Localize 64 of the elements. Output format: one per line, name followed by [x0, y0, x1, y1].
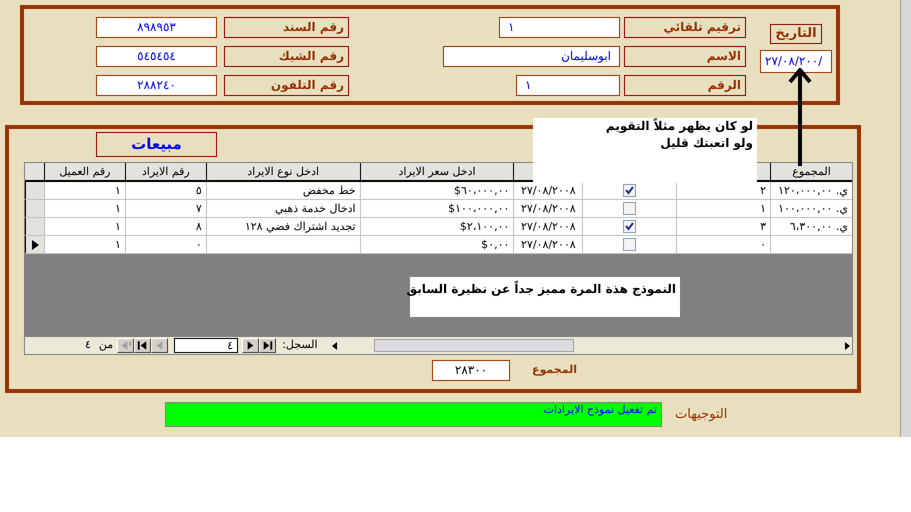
table-cell: خط مخفض	[206, 182, 360, 199]
table-cell: ٣	[676, 218, 770, 235]
text-field[interactable]: ابوسليمان	[443, 46, 620, 67]
directives-field: تم تفعيل نموذج الايرادات	[165, 402, 662, 427]
table-cell: ٠	[124, 236, 206, 253]
table-cell: $٦٠،٠٠٠,٠٠	[360, 182, 514, 199]
total-label: المجموع	[532, 362, 577, 378]
scroll-right-icon[interactable]	[844, 342, 850, 350]
column-header[interactable]: المجموع	[770, 163, 852, 180]
first-record-button[interactable]	[134, 338, 152, 353]
table-cell: ٧	[124, 200, 206, 217]
field-label: رقم السند	[224, 17, 349, 38]
column-header[interactable]: رقم الايراد	[124, 163, 206, 180]
record-selector[interactable]	[25, 182, 44, 199]
table-cell: ١	[676, 200, 770, 217]
table-cell: $٢،١٠٠,٠٠	[360, 218, 514, 235]
checkbox[interactable]	[623, 184, 636, 197]
column-header[interactable]: ادخل نوع الايراد	[206, 163, 360, 180]
horizontal-scrollbar[interactable]	[332, 338, 852, 353]
date-field[interactable]: ٢٧/٠٨/٢٠٠/	[760, 50, 832, 73]
table-cell: ٢٧/٠٨/٢٠٠٨	[513, 200, 582, 217]
field-label: الرقم	[624, 75, 746, 96]
text-field[interactable]: ٨٩٨٩٥٣	[96, 17, 217, 38]
table-cell: ٢٧/٠٨/٢٠٠٨	[513, 236, 582, 253]
text-field[interactable]: ٢٨٨٢٤٠	[96, 75, 217, 96]
table-cell: ي. ١٠٠،٠٠٠,٠٠	[770, 200, 852, 217]
record-selector[interactable]	[25, 236, 44, 253]
subform-title: مبيعات	[96, 132, 217, 157]
text-field[interactable]: ٥٤٥٤٥٤	[96, 46, 217, 67]
vertical-scrollbar[interactable]	[900, 0, 911, 437]
table-cell: ٢٧/٠٨/٢٠٠٨	[513, 218, 582, 235]
table-cell: $٠,٠٠	[360, 236, 514, 253]
table-cell: ي. ١٢٠،٠٠٠,٠٠	[770, 182, 852, 199]
checkbox[interactable]	[623, 202, 636, 215]
directives-label: التوجيهات	[675, 406, 728, 424]
next-record-button[interactable]	[242, 338, 260, 353]
table-cell: تجديد اشتراك فضي ١٢٨	[206, 218, 360, 235]
column-header[interactable]: رقم العميل	[44, 163, 125, 180]
date-label: التاريخ	[770, 24, 822, 44]
record-label: السجل:	[282, 337, 318, 354]
field-label: الاسم	[624, 46, 746, 67]
checkbox[interactable]	[623, 220, 636, 233]
column-header[interactable]: ادخل سعر الايراد	[360, 163, 514, 180]
table-cell: ٨	[124, 218, 206, 235]
field-label: رقم الشيك	[224, 46, 349, 67]
record-selector[interactable]	[25, 200, 44, 217]
record-selector[interactable]	[25, 218, 44, 235]
checkbox[interactable]	[623, 238, 636, 251]
table-cell: ٠	[676, 236, 770, 253]
last-record-button[interactable]	[259, 338, 276, 353]
text-field[interactable]: ١	[516, 75, 620, 96]
record-count: ٤	[85, 337, 91, 354]
total-field[interactable]: ٢٨٣٠٠	[432, 360, 510, 381]
text-field[interactable]: ١	[499, 17, 620, 38]
field-label: رقم التلفون	[224, 75, 349, 96]
table-cell: ادخال خدمة ذهبي	[206, 200, 360, 217]
callout-note: لو كان يظهر مثلاً التقويم ولو اتعبتك قليل	[533, 118, 757, 183]
table-cell: ي. ٦،٣٠٠,٠٠	[770, 218, 852, 235]
field-label: ترقيم تلقائي	[624, 17, 746, 38]
table-cell: ٥	[124, 182, 206, 199]
of-label: من	[98, 337, 114, 354]
table-cell: $١٠٠،٠٠٠,٠٠	[360, 200, 514, 217]
scroll-left-icon[interactable]	[332, 342, 338, 350]
record-number-field[interactable]: ٤	[174, 338, 238, 353]
